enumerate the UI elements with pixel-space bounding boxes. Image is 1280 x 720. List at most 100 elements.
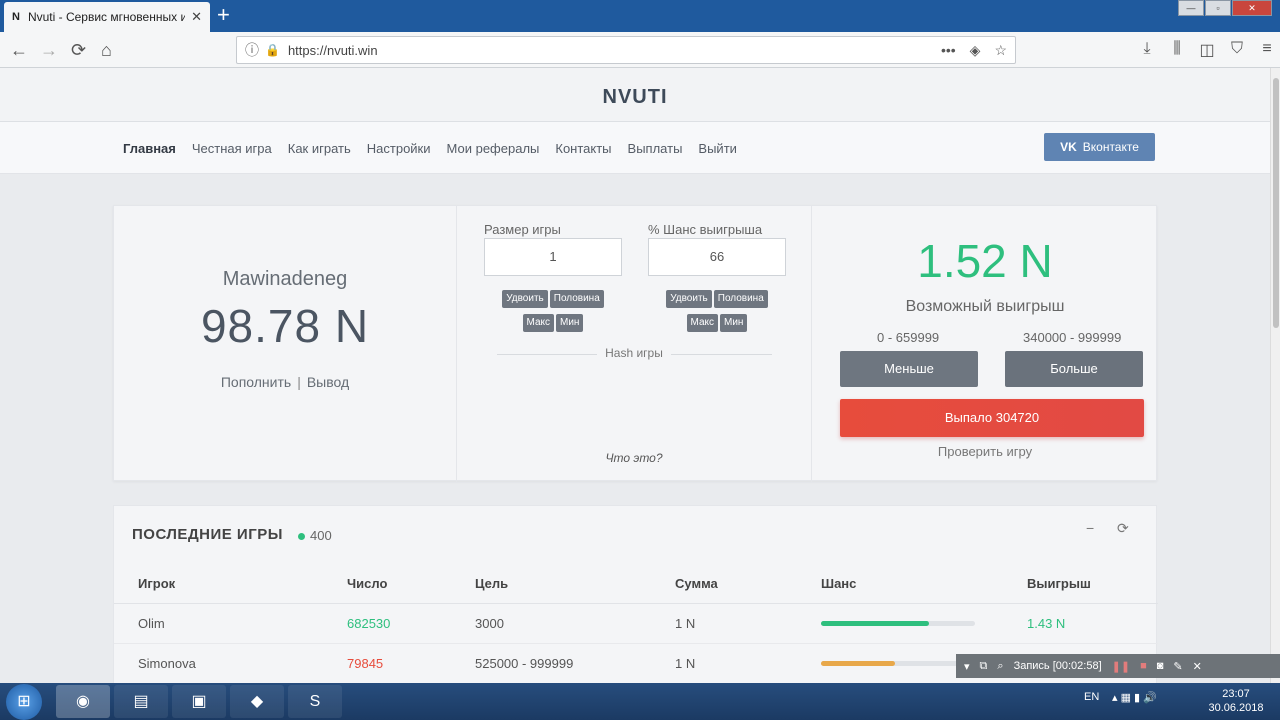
recorder-close-icon[interactable]: ✕ [1193,660,1202,673]
maximize-window-button[interactable]: ▫ [1205,0,1231,16]
scrollbar-thumb[interactable] [1273,78,1279,328]
system-clock[interactable]: 23:07 30.06.2018 [1206,687,1266,715]
browser-tab[interactable]: N Nvuti - Сервис мгновенных иг ✕ [4,2,210,32]
row-chance-fill [821,661,895,666]
language-indicator[interactable]: EN [1084,691,1099,703]
refresh-icon[interactable]: ⟳ [1117,520,1129,537]
recorder-camera-icon[interactable]: ◙ [1157,660,1164,672]
browser-navbar: ← → ⟳ ⌂ ⓘ 🔒 https://nvuti.win ••• ◈ ☆ ⤓ … [0,32,1280,68]
page-actions-icon[interactable]: ••• [941,42,956,58]
more-button[interactable]: Больше [1005,351,1143,387]
address-bar[interactable]: ⓘ 🔒 https://nvuti.win ••• ◈ ☆ [236,36,1016,64]
row-chance-bar [821,621,975,626]
withdraw-link[interactable]: Вывод [307,374,349,390]
info-icon[interactable]: ⓘ [245,40,259,60]
chance-half-button[interactable]: Половина [713,290,768,308]
possible-payout: 1.52 N [917,235,1053,287]
toolbar-icons: ⤓ ⫼ ◫ ⛉ ≡ [1132,40,1280,60]
hash-label-wrap: Hash игры [457,346,811,360]
shield-icon[interactable]: ⛉ [1222,40,1252,60]
bet-size-buttons: Удвоить Половина Макс Мин [484,288,622,336]
sidebar-icon[interactable]: ◫ [1192,40,1222,60]
recorder-pen-icon[interactable]: ✎ [1173,660,1182,673]
header-win: Выигрыш [1027,576,1091,591]
home-icon[interactable]: ⌂ [101,40,112,60]
row-number: 79845 [347,656,384,671]
new-tab-button[interactable]: + [217,4,230,26]
skype-taskbar-icon[interactable]: S [288,685,342,718]
games-table-header: Игрок Число Цель Сумма Шанс Выигрыш [114,564,1158,604]
what-is-link[interactable]: Что это? [457,451,811,465]
balance: 98.78 N [200,300,370,352]
close-window-button[interactable]: ✕ [1232,0,1272,16]
chance-double-button[interactable]: Удвоить [666,290,712,308]
row-number: 682530 [347,616,391,631]
collapse-icon[interactable]: − [1086,520,1094,536]
menu-item-settings[interactable]: Настройки [367,141,431,156]
app2-taskbar-icon[interactable]: ◆ [230,685,284,718]
back-arrow-icon[interactable]: ← [10,40,28,60]
minimize-window-button[interactable]: — [1178,0,1204,16]
vk-button[interactable]: VK Вконтакте [1044,133,1155,161]
app-taskbar-icon[interactable]: ▣ [172,685,226,718]
main-menu: Главная Честная игра Как играть Настройк… [123,122,753,174]
tray-icons[interactable]: ▴ ▦ ▮ 🔊 [1112,691,1157,704]
bet-panel: Размер игры 1 Удвоить Половина Макс Мин % … [457,206,812,482]
bet-min-button[interactable]: Мин [556,314,584,332]
menu-item-contacts[interactable]: Контакты [555,141,611,156]
chance-label: % Шанс выигрыша [648,222,763,237]
tab-close-icon[interactable]: ✕ [191,9,202,25]
recorder-zoom-icon[interactable]: ⌕ [997,660,1003,673]
menu-item-fair-play[interactable]: Честная игра [192,141,272,156]
clock-date: 30.06.2018 [1208,702,1264,714]
recorder-dropdown-icon[interactable]: ▾ [964,660,970,673]
bet-half-button[interactable]: Половина [549,290,604,308]
bet-double-button[interactable]: Удвоить [502,290,548,308]
chance-input[interactable]: 66 [648,238,786,276]
menu-item-home[interactable]: Главная [123,141,176,156]
chance-max-button[interactable]: Макс [686,314,719,332]
chance-buttons: Удвоить Половина Макс Мин [648,288,786,336]
lock-icon: 🔒 [265,43,280,57]
bet-size-label: Размер игры [484,222,561,237]
menu-item-how-to-play[interactable]: Как играть [288,141,351,156]
recorder-pause-icon[interactable]: ❚❚ [1112,660,1130,673]
bet-max-button[interactable]: Макс [522,314,555,332]
start-button[interactable]: ⊞ [6,684,42,720]
deposit-link[interactable]: Пополнить [221,374,291,390]
clock-time: 23:07 [1222,688,1250,700]
row-amount: 1 N [675,656,696,671]
reload-icon[interactable]: ⟳ [71,40,86,60]
site-brand[interactable]: NVUTI [0,68,1270,126]
chance-min-button[interactable]: Мин [720,314,748,332]
windows-taskbar: ⊞ ◉ ▤ ▣ ◆ S EN ▴ ▦ ▮ 🔊 23:07 30.06.2018 [0,683,1280,720]
library-icon[interactable]: ⫼ [1162,40,1192,60]
table-row: Olim 682530 3000 1 N 1.43 N [114,604,1158,644]
header-number: Число [347,576,388,591]
bet-size-input[interactable]: 1 [484,238,622,276]
rolled-result-banner: Выпало 304720 [840,399,1144,437]
pocket-icon[interactable]: ◈ [970,42,981,59]
firefox-taskbar-icon[interactable]: ◉ [56,685,110,718]
row-player: Olim [138,616,165,631]
menu-item-payouts[interactable]: Выплаты [628,141,683,156]
row-target: 3000 [475,616,504,631]
less-button[interactable]: Меньше [840,351,978,387]
row-win: 1.43 N [1027,616,1066,631]
verify-game-link[interactable]: Проверить игру [812,444,1158,459]
range-low: 0 - 659999 [877,330,940,345]
recorder-stop-icon[interactable]: ■ [1140,660,1147,672]
menu-item-referrals[interactable]: Мои рефералы [447,141,540,156]
forward-arrow-icon[interactable]: → [40,40,58,60]
recorder-window-icon[interactable]: ⧉ [980,660,988,673]
explorer-taskbar-icon[interactable]: ▤ [114,685,168,718]
menu-icon[interactable]: ≡ [1252,40,1280,60]
url-text: https://nvuti.win [287,42,378,58]
bookmark-star-icon[interactable]: ☆ [994,42,1007,59]
menu-item-logout[interactable]: Выйти [698,141,737,156]
link-separator: | [297,374,301,390]
page-scrollbar[interactable] [1270,68,1280,683]
download-icon[interactable]: ⤓ [1132,40,1162,60]
result-panel: 1.52 N Возможный выигрыш 0 - 659999 3400… [812,206,1158,482]
row-player: Simonova [138,656,196,671]
